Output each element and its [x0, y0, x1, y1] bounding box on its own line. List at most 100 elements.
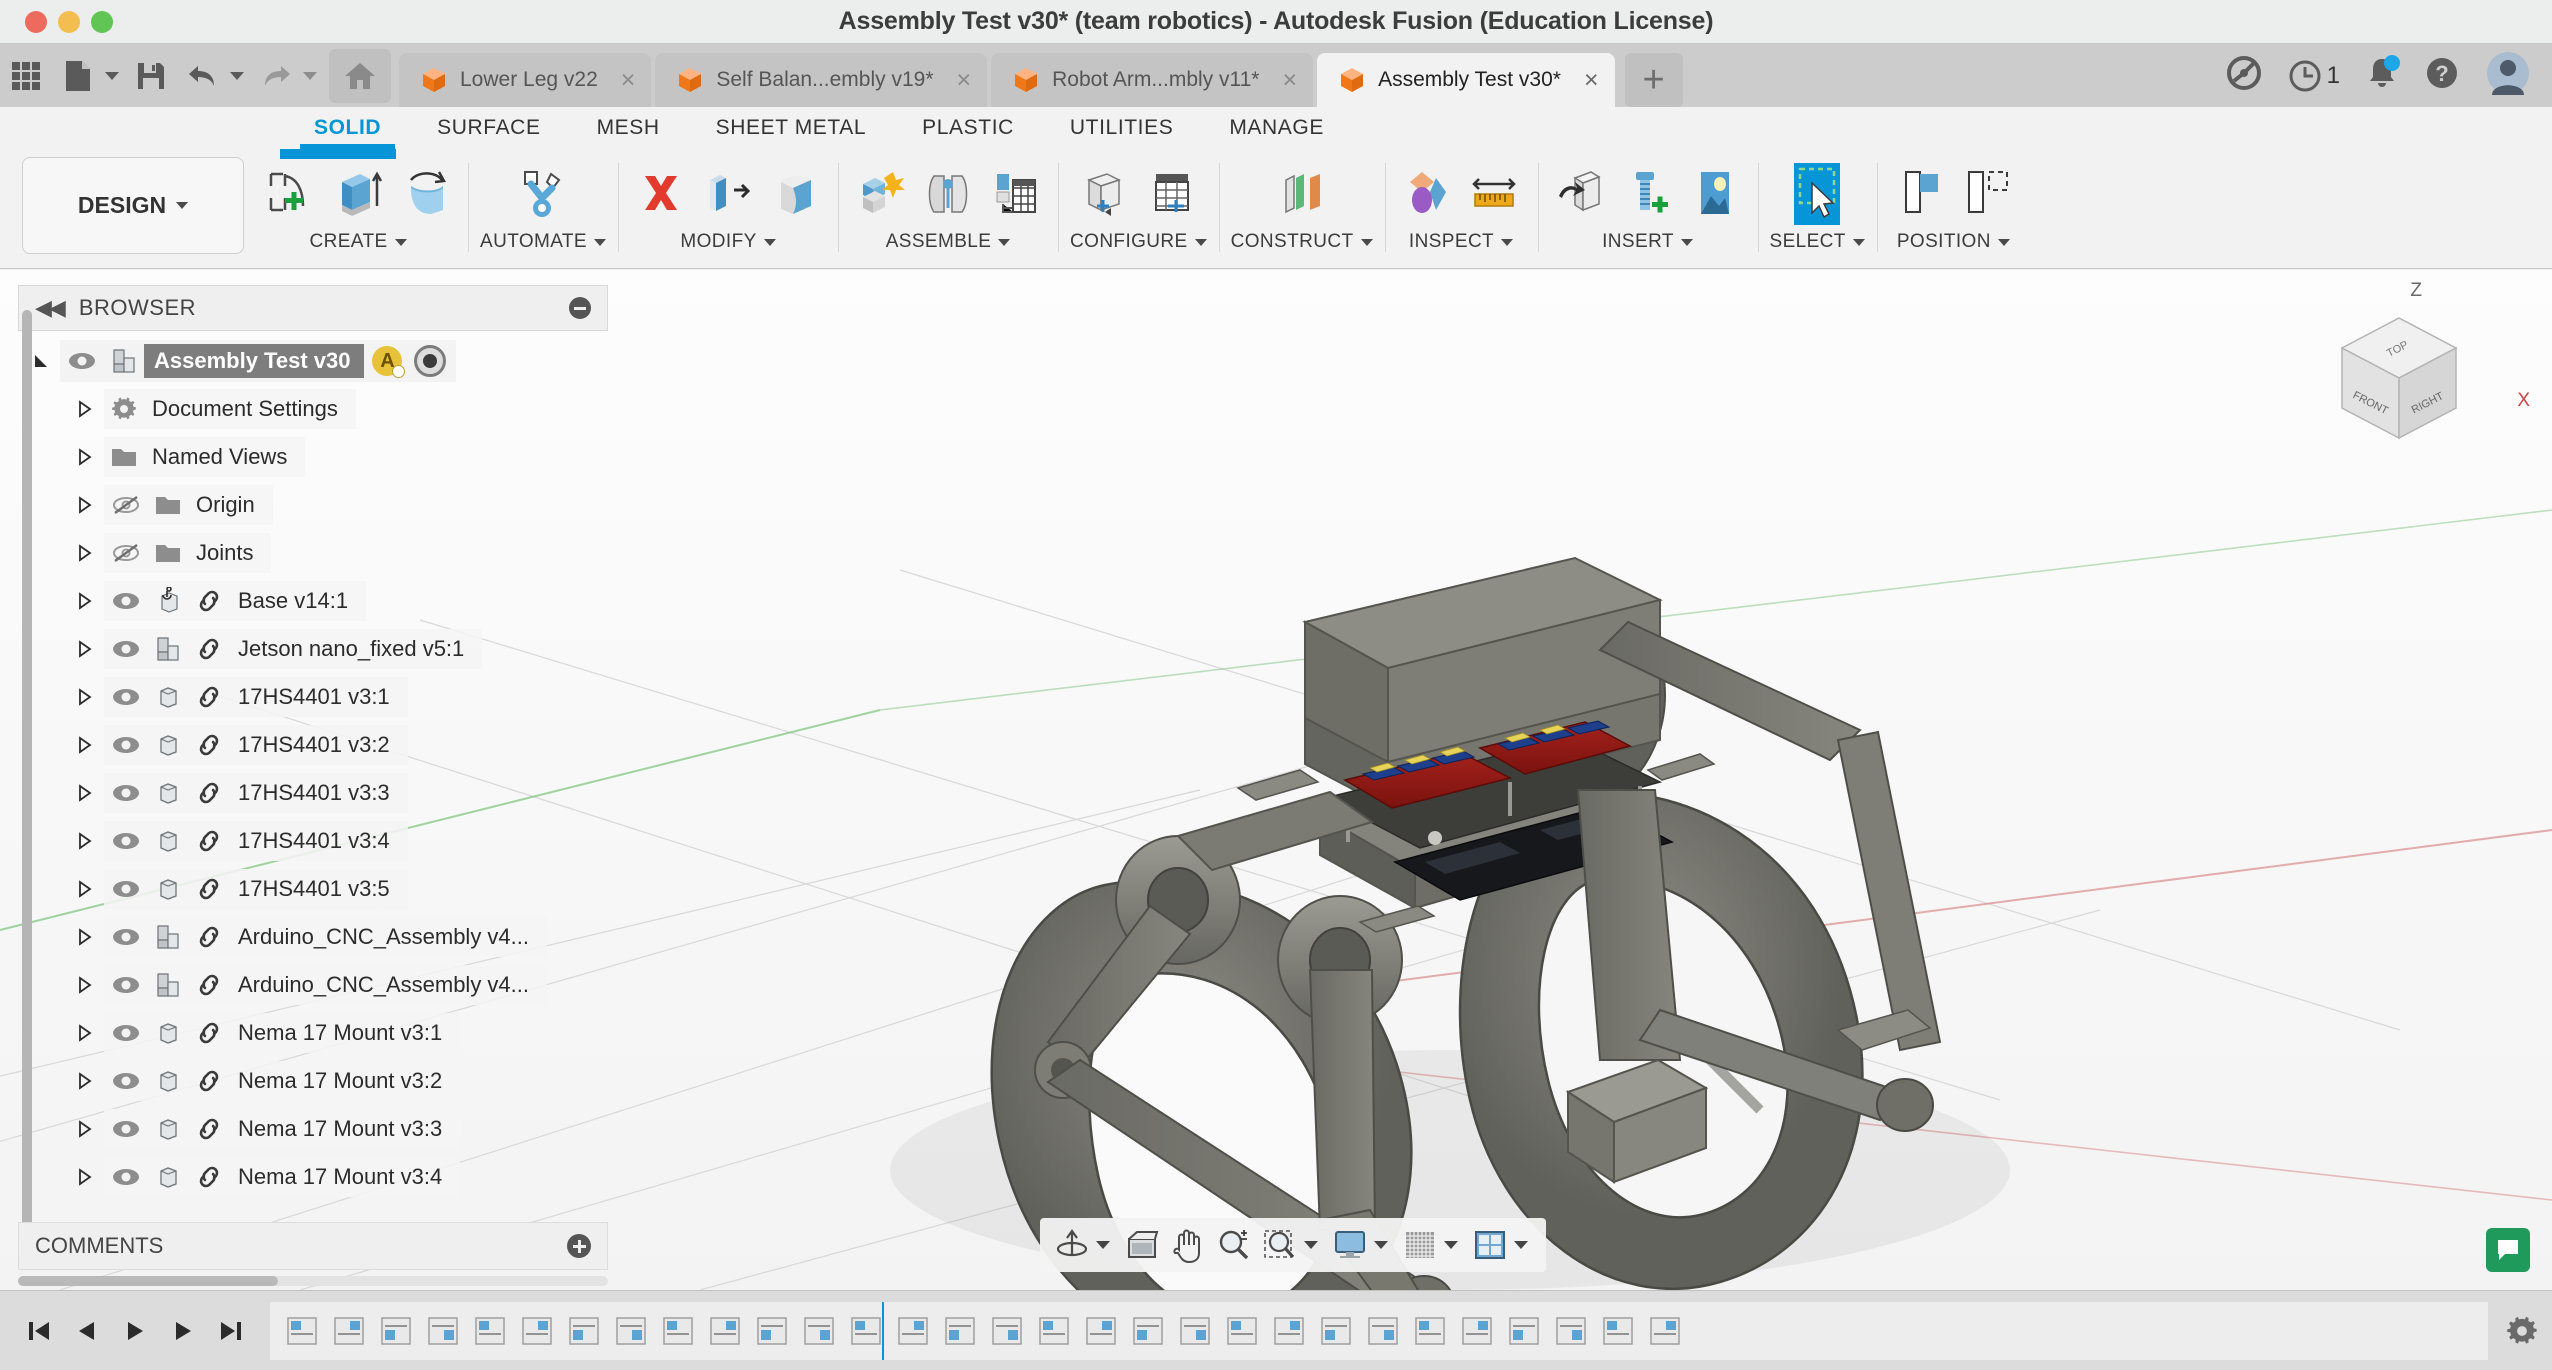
- offset-plane-icon[interactable]: [1271, 159, 1333, 229]
- collapsed-triangle-icon[interactable]: [74, 398, 96, 420]
- timeline-feature[interactable]: [1594, 1308, 1641, 1354]
- timeline-feature[interactable]: [1077, 1308, 1124, 1354]
- mcmaster-icon[interactable]: [1617, 159, 1679, 229]
- collapsed-triangle-icon[interactable]: [74, 878, 96, 900]
- close-icon[interactable]: ×: [621, 67, 636, 93]
- fillet-icon[interactable]: [764, 159, 826, 229]
- undo-group[interactable]: [177, 50, 250, 102]
- tree-item-component[interactable]: Arduino_CNC_Assembly v4...: [18, 961, 608, 1009]
- visibility-eye-icon[interactable]: [104, 687, 148, 707]
- comments-panel-header[interactable]: COMMENTS: [18, 1222, 608, 1270]
- timeline-feature[interactable]: [1406, 1308, 1453, 1354]
- ribbon-tab-solid[interactable]: SOLID: [286, 107, 409, 149]
- tree-item-component[interactable]: 17HS4401 v3:2: [18, 721, 608, 769]
- activated-component-icon[interactable]: [414, 345, 447, 377]
- align-icon[interactable]: [1889, 159, 1951, 229]
- timeline-feature[interactable]: [748, 1308, 795, 1354]
- visibility-eye-hidden-icon[interactable]: [104, 542, 148, 564]
- visibility-eye-icon[interactable]: [60, 351, 104, 371]
- tree-item-component[interactable]: 17HS4401 v3:3: [18, 769, 608, 817]
- timeline-feature-track[interactable]: [270, 1301, 2488, 1360]
- feedback-button[interactable]: [2486, 1228, 2530, 1272]
- sketch-icon[interactable]: [260, 159, 322, 229]
- timeline-feature[interactable]: [1312, 1308, 1359, 1354]
- tree-item-component[interactable]: Base v14:1: [18, 577, 608, 625]
- collapsed-triangle-icon[interactable]: [74, 638, 96, 660]
- timeline-feature[interactable]: [1547, 1308, 1594, 1354]
- collapsed-triangle-icon[interactable]: [74, 494, 96, 516]
- select-window-icon[interactable]: [1781, 159, 1853, 229]
- tree-item-component[interactable]: Nema 17 Mount v3:4: [18, 1153, 608, 1201]
- redo-group[interactable]: [250, 50, 323, 102]
- view-cube[interactable]: TOP FRONT RIGHT: [2324, 306, 2474, 456]
- collapsed-triangle-icon[interactable]: [74, 1070, 96, 1092]
- visibility-eye-icon[interactable]: [104, 735, 148, 755]
- panel-label-construct[interactable]: CONSTRUCT: [1231, 231, 1373, 253]
- look-at-icon[interactable]: [1120, 1223, 1164, 1267]
- timeline-position-marker[interactable]: [882, 1301, 884, 1360]
- zoom-icon[interactable]: [1212, 1223, 1256, 1267]
- chevron-down-icon[interactable]: [105, 71, 119, 80]
- timeline-settings-gear-icon[interactable]: [2492, 1315, 2552, 1347]
- collapsed-triangle-icon[interactable]: [74, 446, 96, 468]
- revolve-icon[interactable]: [394, 159, 456, 229]
- collapsed-triangle-icon[interactable]: [74, 542, 96, 564]
- tree-item-origin[interactable]: Origin: [18, 481, 608, 529]
- timeline-feature[interactable]: [325, 1308, 372, 1354]
- panel-label-select[interactable]: SELECT: [1770, 231, 1865, 253]
- chevron-down-icon[interactable]: [1444, 1241, 1458, 1249]
- tree-item-component[interactable]: Arduino_CNC_Assembly v4...: [18, 913, 608, 961]
- visibility-eye-icon[interactable]: [104, 1167, 148, 1187]
- chevron-down-icon[interactable]: [1514, 1241, 1528, 1249]
- timeline-feature[interactable]: [1030, 1308, 1077, 1354]
- zoom-window-icon[interactable]: [1258, 1223, 1302, 1267]
- panel-label-assemble[interactable]: ASSEMBLE: [886, 231, 1011, 253]
- tree-item-named-views[interactable]: Named Views: [18, 433, 608, 481]
- expanded-triangle-icon[interactable]: [30, 350, 52, 372]
- grid-snap-icon[interactable]: [1398, 1223, 1442, 1267]
- collapsed-triangle-icon[interactable]: [74, 926, 96, 948]
- chevron-down-icon[interactable]: [303, 71, 317, 80]
- step-forward-icon[interactable]: [162, 1310, 204, 1352]
- ribbon-tab-utilities[interactable]: UTILITIES: [1042, 107, 1201, 149]
- visibility-eye-icon[interactable]: [104, 783, 148, 803]
- timeline-feature[interactable]: [889, 1308, 936, 1354]
- chevron-down-icon[interactable]: [1304, 1241, 1318, 1249]
- maximize-window-button[interactable]: [91, 10, 113, 33]
- app-grid-icon[interactable]: [0, 50, 52, 102]
- tree-item-component[interactable]: 17HS4401 v3:4: [18, 817, 608, 865]
- timeline-feature[interactable]: [795, 1308, 842, 1354]
- chevron-down-icon[interactable]: [1374, 1241, 1388, 1249]
- collapsed-triangle-icon[interactable]: [74, 734, 96, 756]
- timeline-feature[interactable]: [419, 1308, 466, 1354]
- chevron-down-icon[interactable]: [1096, 1241, 1110, 1249]
- clock-icon[interactable]: 1: [2288, 59, 2340, 93]
- visibility-eye-hidden-icon[interactable]: [104, 494, 148, 516]
- panel-label-inspect[interactable]: INSPECT: [1409, 231, 1514, 253]
- new-component-icon[interactable]: [850, 159, 912, 229]
- collapse-left-icon[interactable]: ◀◀: [35, 295, 66, 321]
- undo-icon[interactable]: [177, 50, 229, 102]
- tree-item-joints[interactable]: Joints: [18, 529, 608, 577]
- bell-icon[interactable]: [2366, 55, 2400, 95]
- workspace-selector[interactable]: DESIGN: [22, 157, 244, 254]
- collapsed-triangle-icon[interactable]: [74, 686, 96, 708]
- visibility-eye-icon[interactable]: [104, 975, 148, 995]
- close-icon[interactable]: ×: [1282, 67, 1297, 93]
- panel-label-automate[interactable]: AUTOMATE: [480, 231, 607, 253]
- timeline-feature[interactable]: [1641, 1308, 1688, 1354]
- visibility-eye-icon[interactable]: [104, 639, 148, 659]
- orbit-icon[interactable]: [1050, 1223, 1094, 1267]
- move-icon[interactable]: [1956, 159, 2018, 229]
- timeline-feature[interactable]: [1124, 1308, 1171, 1354]
- tree-item-component[interactable]: 17HS4401 v3:5: [18, 865, 608, 913]
- tree-item-component[interactable]: 17HS4401 v3:1: [18, 673, 608, 721]
- collapsed-triangle-icon[interactable]: [74, 1166, 96, 1188]
- configure-table-icon[interactable]: [1141, 159, 1203, 229]
- automate-icon[interactable]: [512, 159, 574, 229]
- panel-label-modify[interactable]: MODIFY: [680, 231, 776, 253]
- extrude-icon[interactable]: [327, 159, 389, 229]
- timeline-feature[interactable]: [1500, 1308, 1547, 1354]
- monitor-icon[interactable]: [1328, 1223, 1372, 1267]
- measure-icon[interactable]: [1464, 159, 1526, 229]
